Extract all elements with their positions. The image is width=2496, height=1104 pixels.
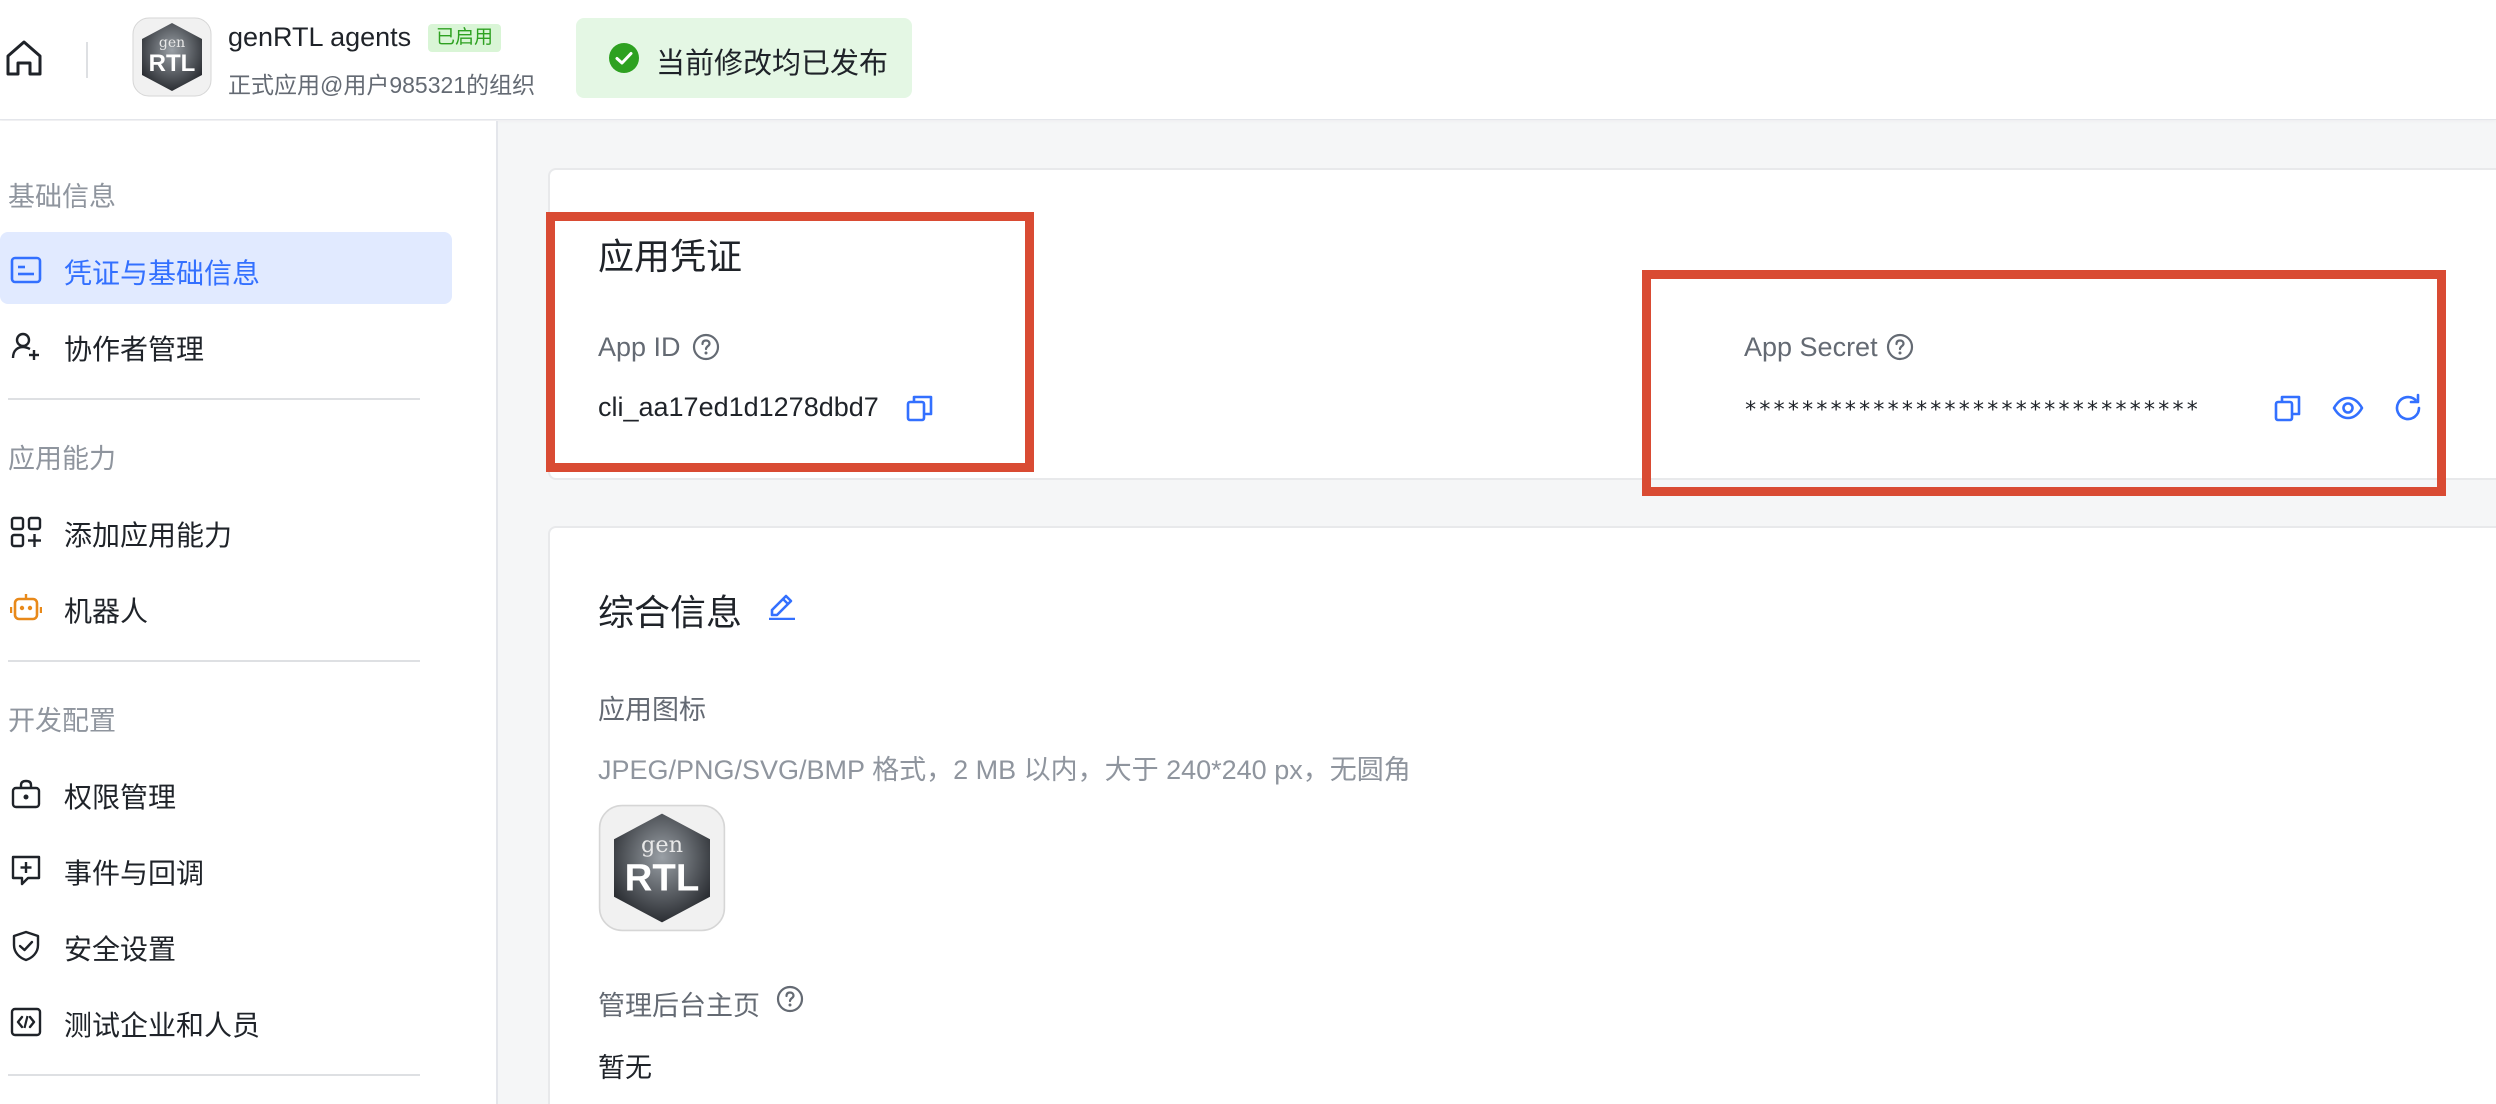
publish-status-banner: 当前修改均已发布: [576, 18, 912, 98]
app-name: genRTL agents: [228, 22, 412, 52]
sidebar-item-collaborators[interactable]: 协作者管理: [0, 308, 452, 380]
sidebar-item-label: 安全设置: [64, 934, 177, 965]
lock-bag-icon: [10, 778, 42, 810]
id-card-icon: [10, 254, 42, 286]
sidebar-section-basic: 基础信息: [8, 182, 116, 212]
header-divider: [86, 42, 88, 78]
sidebar-item-label: 机器人: [64, 596, 149, 627]
admin-home-label: 管理后台主页: [598, 991, 760, 1021]
sidebar-divider: [8, 1074, 420, 1076]
sidebar-item-label: 凭证与基础信息: [64, 258, 261, 289]
sidebar-section-capabilities: 应用能力: [8, 444, 116, 474]
sidebar-item-test-enterprise[interactable]: 测试企业和人员: [0, 984, 452, 1056]
general-info-card: 综合信息 应用图标 JPEG/PNG/SVG/BMP 格式，2 MB 以内，大于…: [548, 526, 2496, 1104]
status-badge: 已启用: [428, 24, 502, 52]
sidebar-item-events[interactable]: 事件与回调: [0, 832, 452, 904]
robot-icon: [9, 592, 43, 624]
shield-check-icon: [10, 930, 42, 962]
sidebar-item-label: 事件与回调: [64, 858, 205, 889]
app-org: 正式应用@用户985321的组织: [228, 72, 536, 98]
svg-text:gen: gen: [641, 832, 683, 858]
sidebar-item-security[interactable]: 安全设置: [0, 908, 452, 980]
sidebar-section-dev-config: 开发配置: [8, 706, 116, 736]
apps-add-icon: [10, 516, 42, 548]
sidebar-item-label: 协作者管理: [64, 334, 205, 365]
sidebar-item-credentials[interactable]: 凭证与基础信息: [0, 232, 452, 304]
publish-status-text: 当前修改均已发布: [656, 48, 889, 80]
sidebar-item-label: 测试企业和人员: [64, 1010, 261, 1041]
app-icon-label: 应用图标: [598, 695, 706, 725]
success-check-icon: [608, 42, 640, 74]
svg-text:RTL: RTL: [625, 856, 700, 899]
general-info-title: 综合信息: [598, 592, 743, 633]
sidebar-item-robot[interactable]: 机器人: [0, 570, 452, 642]
sidebar-item-label: 添加应用能力: [64, 520, 233, 551]
app-logo: gen RTL: [132, 17, 212, 97]
app-icon-preview[interactable]: gen RTL: [598, 804, 726, 932]
sidebar-divider: [8, 398, 420, 400]
home-icon[interactable]: [2, 36, 46, 80]
event-plus-icon: [10, 854, 42, 886]
sidebar-item-label: 权限管理: [64, 782, 177, 813]
highlight-box-app-id: [546, 212, 1034, 472]
svg-text:gen: gen: [159, 35, 185, 51]
app-icon-hint: JPEG/PNG/SVG/BMP 格式，2 MB 以内，大于 240*240 p…: [598, 755, 1411, 785]
sidebar-item-permissions[interactable]: 权限管理: [0, 756, 452, 828]
edit-icon[interactable]: [766, 588, 798, 621]
highlight-box-app-secret: [1642, 270, 2446, 496]
sidebar-item-add-capability[interactable]: 添加应用能力: [0, 494, 452, 566]
svg-text:RTL: RTL: [149, 50, 196, 77]
help-icon[interactable]: [776, 985, 804, 1013]
sidebar: 基础信息 凭证与基础信息 协作者管理 应用能力 添加应用能力 机器人 开发配置 …: [0, 121, 498, 1104]
admin-home-value: 暂无: [598, 1053, 652, 1083]
code-box-icon: [10, 1006, 42, 1038]
user-add-icon: [10, 330, 42, 362]
sidebar-divider: [8, 660, 420, 662]
top-bar: gen RTL genRTL agents 已启用 正式应用@用户985321的…: [0, 0, 2496, 120]
